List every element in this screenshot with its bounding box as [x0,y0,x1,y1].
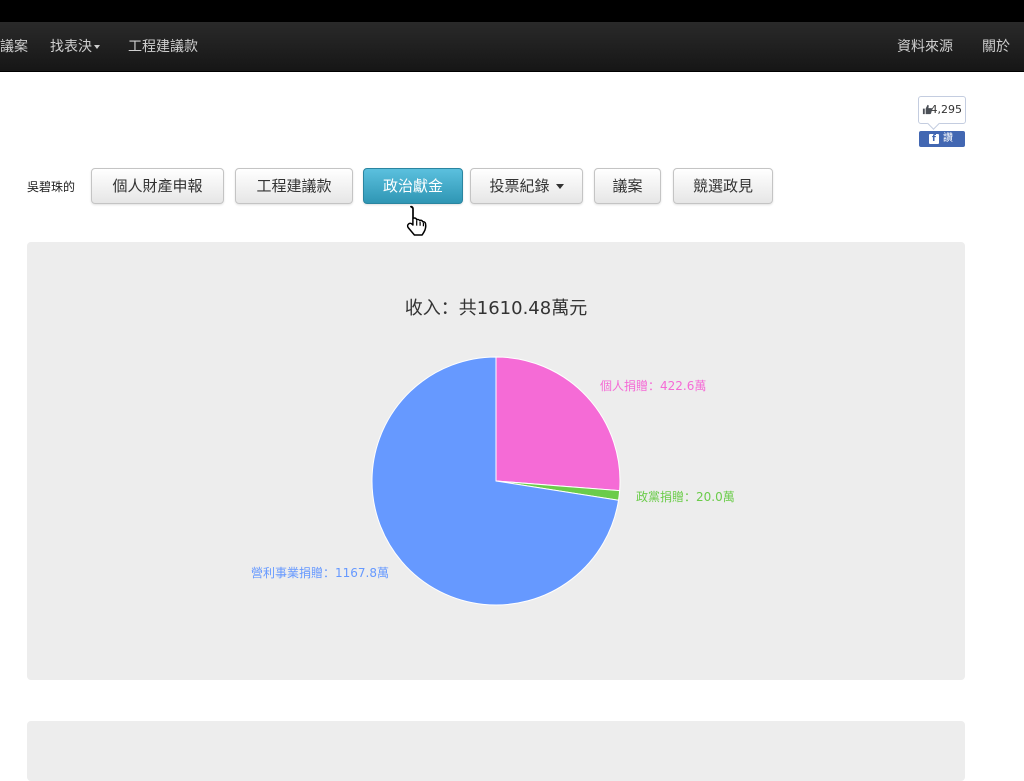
hand-pointer-icon [406,205,427,236]
like-count-text: 4,295 [930,103,963,116]
nav-item-about[interactable]: 關於 [982,22,1010,72]
pie-label-party: 政黨捐贈：20.0萬 [636,489,735,504]
tab-campaign-platform[interactable]: 競選政見 [673,168,773,204]
tab-construction-funds[interactable]: 工程建議款 [235,168,353,204]
second-panel [27,721,965,781]
chevron-down-icon [555,184,564,189]
top-strip [0,0,1024,22]
facebook-like-count[interactable]: 4,295 [918,96,966,124]
pie-label-individual: 個人捐贈：422.6萬 [600,378,706,393]
pie-label-business: 營利事業捐贈：1167.8萬 [251,565,389,580]
nav-item-proposals[interactable]: 議案 [0,22,28,72]
chart-panel: 收入：共1610.48萬元 個人捐贈：422.6萬 政黨捐贈：20.0萬 營利事業捐… [27,242,965,680]
tab-voting-records-label: 投票紀錄 [489,177,550,195]
thumbs-up-icon [922,104,933,115]
person-label: 吳碧珠的 [27,180,76,194]
tab-proposals[interactable]: 議案 [594,168,661,204]
facebook-like-button[interactable]: f 讚 [919,131,965,147]
nav-item-find-votes[interactable]: 找表決 [50,22,100,72]
navbar: 議案 找表決 工程建議款 資料來源 關於 [0,22,1024,72]
tab-asset-declaration[interactable]: 個人財產申報 [91,168,224,204]
tab-voting-records[interactable]: 投票紀錄 [470,168,583,204]
pie-chart: 個人捐贈：422.6萬政黨捐贈：20.0萬營利事業捐贈：1167.8萬 [251,356,735,606]
facebook-like-label: 讚 [943,133,953,144]
chevron-down-icon [94,45,100,49]
facebook-icon: f [929,134,939,144]
tab-political-donations[interactable]: 政治獻金 [363,168,463,204]
nav-find-votes-label: 找表決 [50,39,92,55]
nav-item-data-sources[interactable]: 資料來源 [897,22,953,72]
pie-slice-individual[interactable] [495,356,621,492]
nav-item-construction-funds[interactable]: 工程建議款 [128,22,198,72]
